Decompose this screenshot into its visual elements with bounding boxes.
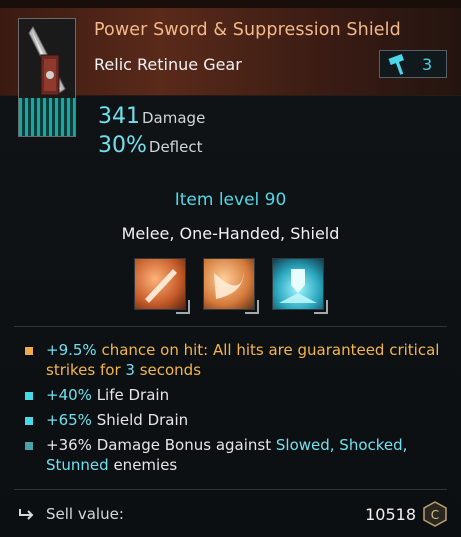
modifier-text: Damage Bonus against — [91, 436, 276, 454]
modifier-text: Shield Drain — [91, 411, 189, 429]
modifier-bullet — [24, 416, 34, 426]
modifier-text: seconds — [134, 361, 202, 379]
corner-marker — [176, 300, 190, 314]
item-tags: Melee, One-Handed, Shield — [121, 224, 340, 243]
modifier-bullet — [24, 391, 34, 401]
deflect-stat: 30% Deflect — [98, 133, 203, 158]
divider — [14, 326, 447, 327]
modifier-value: +9.5% — [46, 341, 97, 359]
modifier-text: Life Drain — [91, 386, 170, 404]
item-level: Item level 90 — [174, 190, 287, 210]
modifier-item: +65% Shield Drain — [24, 410, 449, 430]
skill-icons — [134, 258, 328, 314]
skill-slot-3[interactable] — [272, 258, 328, 314]
skill-slot-2[interactable] — [203, 258, 259, 314]
sell-label: Sell value: — [46, 505, 124, 523]
corner-marker — [245, 300, 259, 314]
modifier-value: +36% — [46, 436, 92, 454]
deflect-value: 30% — [98, 133, 147, 158]
divider — [14, 489, 447, 490]
modifier-value: +40% — [46, 386, 92, 404]
return-arrow-icon — [19, 509, 34, 520]
modifier-text: chance on hit: All hits are guaranteed c… — [46, 341, 440, 379]
damage-value: 341 — [98, 104, 140, 129]
modifier-list: +9.5% chance on hit: All hits are guaran… — [24, 340, 449, 480]
modifier-bullet — [24, 441, 34, 451]
modifier-duration: 3 — [125, 361, 135, 379]
svg-text:C: C — [431, 508, 439, 522]
modifier-item: +40% Life Drain — [24, 385, 449, 405]
modifier-text: enemies — [108, 456, 178, 474]
modifier-item: +9.5% chance on hit: All hits are guaran… — [24, 340, 449, 380]
item-tooltip: Power Sword & Suppression Shield Relic R… — [0, 0, 461, 537]
skill-slot-1[interactable] — [134, 258, 190, 314]
level-badge-value: 3 — [422, 54, 433, 74]
deflect-label: Deflect — [148, 138, 203, 156]
top-strip — [0, 0, 461, 8]
tooltip-header: Power Sword & Suppression Shield Relic R… — [0, 0, 461, 137]
modifier-status: Stunned — [46, 456, 109, 474]
modifier-value: +65% — [46, 411, 92, 429]
modifier-status: Slowed, Shocked, — [275, 436, 408, 454]
hammer-icon — [388, 54, 404, 75]
item-type: Relic Retinue Gear — [94, 55, 242, 74]
item-title: Power Sword & Suppression Shield — [94, 20, 401, 40]
modifier-item: +36% Damage Bonus against Slowed, Shocke… — [24, 435, 449, 475]
damage-stat: 341 Damage — [98, 104, 205, 129]
damage-label: Damage — [142, 109, 206, 127]
level-badge: 3 — [379, 50, 447, 78]
item-image — [18, 18, 76, 137]
modifier-bullet — [24, 346, 34, 356]
item-shield-bars — [19, 98, 75, 136]
coin-icon: C — [423, 501, 447, 527]
sell-row: Sell value: 10518 C — [18, 500, 448, 528]
sell-amount: 10518 — [365, 504, 416, 524]
corner-marker — [314, 300, 328, 314]
